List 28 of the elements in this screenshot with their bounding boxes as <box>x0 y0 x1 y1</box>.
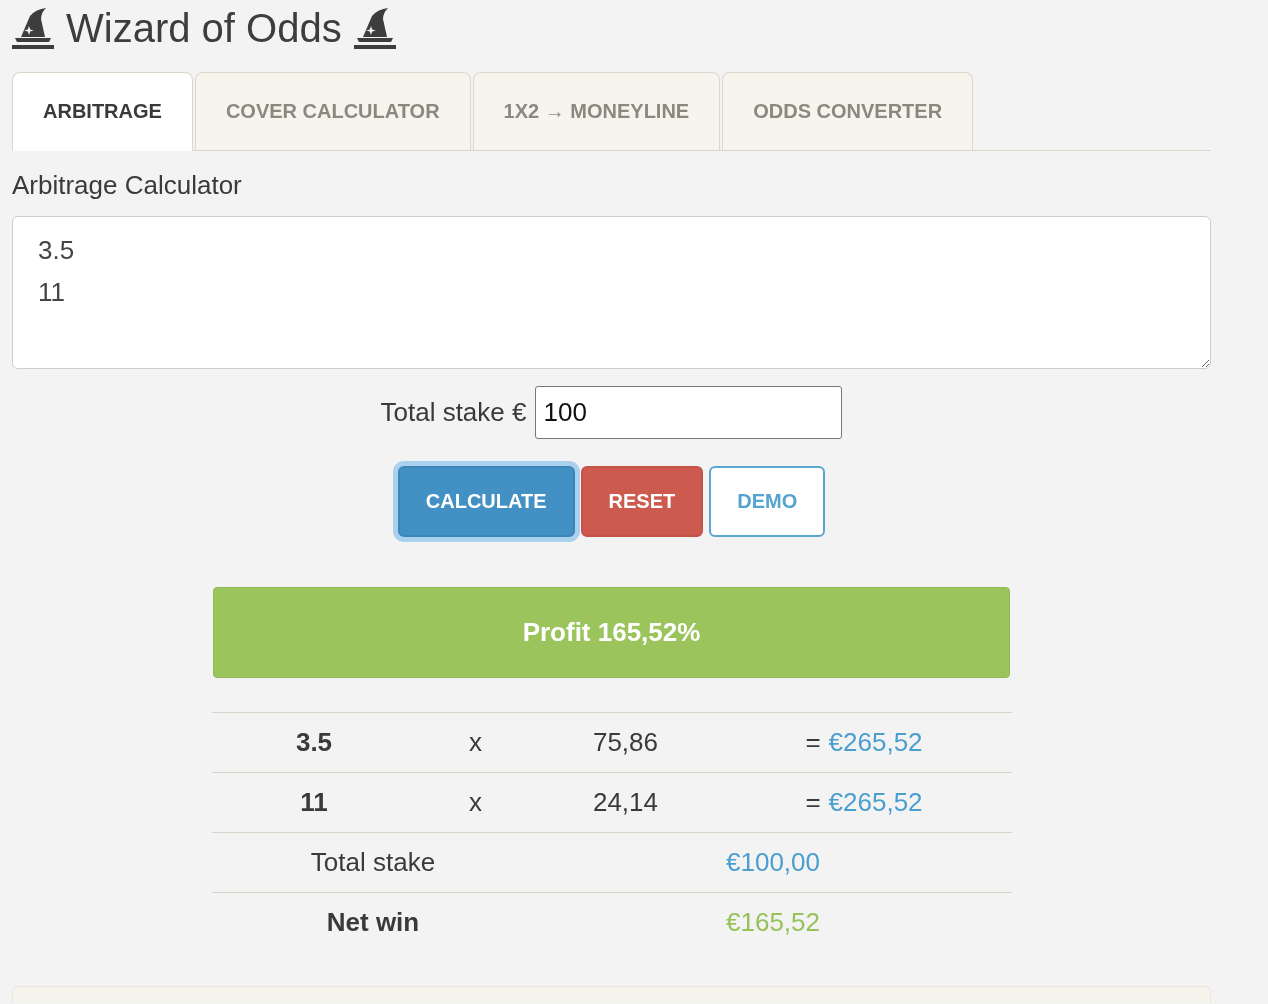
summary-value: €165,52 <box>534 892 1012 953</box>
demo-button[interactable]: DEMO <box>709 466 826 537</box>
payout-amount: €265,52 <box>828 787 923 817</box>
wizard-hat-icon <box>353 7 396 49</box>
summary-label: Total stake <box>211 832 535 893</box>
summary-value: €100,00 <box>534 832 1012 893</box>
odds-cell: 3.5 <box>211 712 417 773</box>
odds-cell: 11 <box>211 772 417 833</box>
calculator-heading: Arbitrage Calculator <box>12 169 243 202</box>
stake-label: Total stake € <box>380 397 527 428</box>
stake-cell: 24,14 <box>534 772 717 833</box>
tab[interactable]: ARBITRAGE <box>12 72 193 151</box>
summary-label: Net win <box>211 892 535 953</box>
equals-sign: = <box>805 727 821 757</box>
payout-amount: €265,52 <box>828 727 923 757</box>
stake-cell: 75,86 <box>534 712 717 773</box>
operator-cell: x <box>416 772 535 833</box>
equals-sign: = <box>805 787 821 817</box>
tab[interactable]: 1X2 → MONEYLINE <box>472 72 721 151</box>
reset-button[interactable]: RESET <box>580 466 704 537</box>
odds-input-field[interactable]: 3.5 11 <box>12 216 1211 369</box>
profit-banner: Profit 165,52% <box>213 587 1010 678</box>
tab[interactable]: COVER CALCULATOR <box>194 72 471 151</box>
stake-input-field[interactable]: 100 <box>535 386 843 439</box>
wizard-hat-icon <box>12 7 54 49</box>
operator-cell: x <box>416 712 535 773</box>
tab[interactable]: ODDS CONVERTER <box>722 72 974 151</box>
site-title: Wizard of Odds <box>66 5 342 52</box>
